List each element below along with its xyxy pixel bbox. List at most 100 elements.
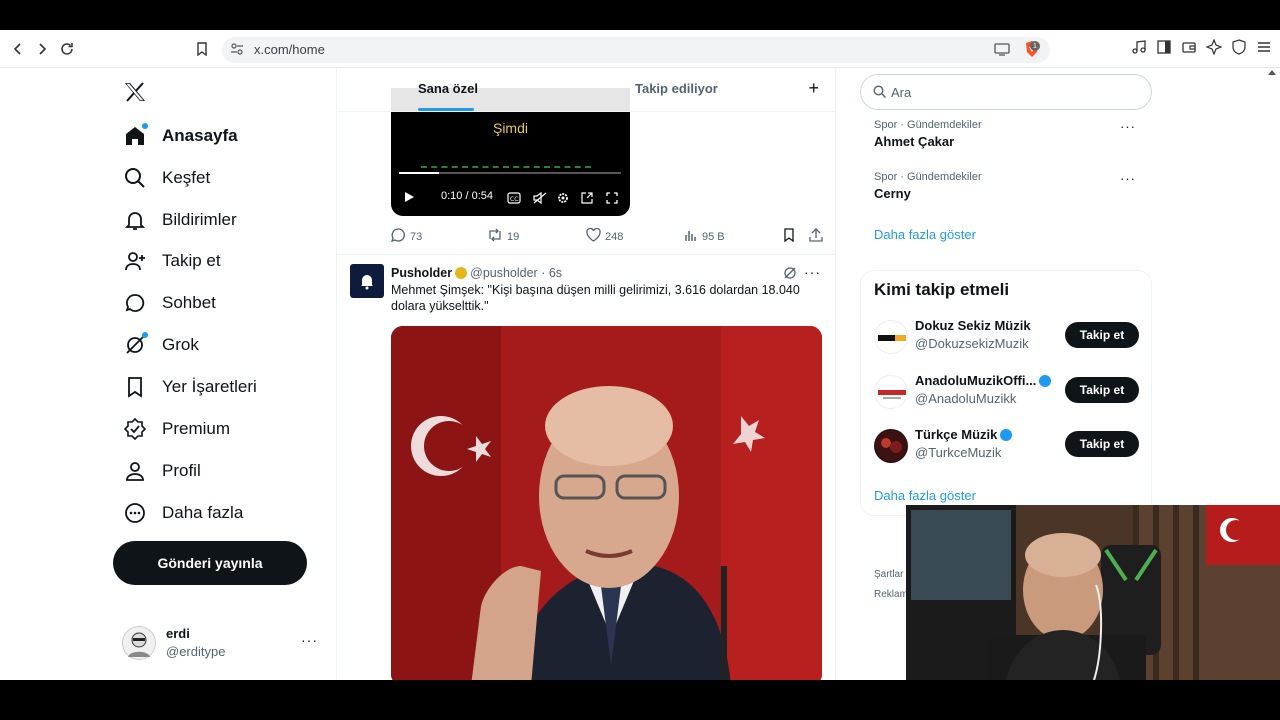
account-switcher[interactable]: erdi @erditype ··· — [122, 624, 322, 664]
share-icon[interactable] — [809, 228, 823, 242]
video-letterbox-top — [0, 0, 1280, 30]
sidebar-item-label: Profil — [162, 461, 201, 480]
follow-suggestion[interactable]: Dokuz Sekiz Müzik @DokuzsekizMuzik Takip… — [874, 318, 1144, 358]
suggestion-handle: @TurkceMuzik — [915, 445, 1002, 460]
sidebar-item-profile[interactable]: Profil — [122, 451, 201, 491]
more-circle-icon — [122, 500, 148, 526]
sidebar-item-label: Yer İşaretleri — [162, 377, 257, 396]
retweet-count: 19 — [507, 230, 520, 243]
retweet-button[interactable]: 19 — [487, 228, 519, 245]
site-settings-icon[interactable] — [230, 42, 244, 61]
suggestion-avatar — [874, 429, 908, 463]
bookmark-icon — [122, 374, 148, 400]
reload-icon[interactable] — [57, 39, 77, 59]
timeline-tabs: Sana özel Takip ediliyor + — [337, 68, 835, 112]
trend-item[interactable]: Spor · Gündemdekiler Cerny ··· — [874, 171, 1144, 201]
search-input[interactable]: Ara — [860, 74, 1152, 110]
notification-dot — [142, 123, 148, 129]
wallet-icon[interactable] — [1181, 39, 1197, 55]
bookmark-tweet-icon[interactable] — [783, 228, 795, 242]
tweet-photo[interactable] — [391, 326, 822, 680]
tab-following[interactable]: Takip ediliyor — [635, 81, 718, 96]
vpn-icon[interactable] — [1231, 39, 1247, 55]
sidebar-item-home[interactable]: Anasayfa — [122, 116, 238, 156]
avatar — [122, 626, 156, 660]
fullscreen-icon[interactable] — [606, 191, 618, 209]
video-letterbox-bottom — [0, 680, 1280, 720]
left-sidebar: Anasayfa Keşfet Bildirimler Takip et Soh… — [0, 68, 336, 680]
sidebar-item-more[interactable]: Daha fazla — [122, 493, 243, 533]
follow-button[interactable]: Takip et — [1065, 377, 1139, 403]
more-icon[interactable]: ··· — [301, 632, 318, 648]
sidebar-item-notifications[interactable]: Bildirimler — [122, 200, 237, 240]
bookmark-page-icon[interactable] — [192, 39, 212, 59]
tweet-text: Mehmet Şimşek: "Kişi başına düşen milli … — [391, 283, 800, 313]
post-button[interactable]: Gönderi yayınla — [113, 541, 307, 585]
trend-more-icon[interactable]: ··· — [1120, 171, 1136, 186]
video-caption: Şimdi — [492, 120, 528, 136]
trend-more-icon[interactable]: ··· — [1120, 119, 1136, 134]
tweet[interactable]: Pusholder @pusholder · 6s ··· Mehmet Şimş… — [337, 258, 835, 680]
sidebar-item-premium[interactable]: Premium — [122, 409, 230, 449]
sidebar-item-label: Bildirimler — [162, 210, 237, 229]
tweet-author-name[interactable]: Pusholder — [391, 266, 452, 280]
show-more-trends-link[interactable]: Daha fazla göster — [874, 227, 976, 242]
captions-icon[interactable]: CC — [507, 191, 521, 209]
active-tab-indicator — [418, 108, 474, 111]
footer-link-terms[interactable]: Şartlar — [874, 569, 903, 580]
views-button[interactable]: 95 B — [684, 228, 725, 245]
sidebar-item-chat[interactable]: Sohbet — [122, 283, 216, 323]
forward-icon[interactable] — [32, 39, 52, 59]
show-more-suggestions-link[interactable]: Daha fazla göster — [874, 488, 976, 503]
retweet-icon — [487, 228, 503, 245]
reply-button[interactable]: 73 — [390, 228, 422, 245]
sidebar-item-label: Daha fazla — [162, 503, 244, 522]
tweet-more-icon[interactable]: ··· — [804, 264, 821, 280]
trend-item[interactable]: Spor · Gündemdekiler Ahmet Çakar ··· — [874, 119, 1144, 149]
sidebar-item-explore[interactable]: Keşfet — [122, 158, 210, 198]
grok-icon — [122, 332, 148, 358]
like-count: 248 — [605, 230, 624, 243]
tweet-author-handle[interactable]: @pusholder · 6s — [470, 266, 562, 280]
cast-icon[interactable] — [994, 42, 1010, 61]
play-icon[interactable] — [403, 190, 415, 208]
pip-icon[interactable] — [581, 191, 593, 209]
sidebar-item-follow[interactable]: Takip et — [122, 241, 221, 281]
url-text: x.com/home — [254, 42, 325, 57]
audio-waveform — [421, 166, 591, 168]
like-button[interactable]: 248 — [586, 227, 624, 245]
sidebar-item-label: Keşfet — [162, 168, 211, 187]
menu-icon[interactable] — [1256, 39, 1272, 55]
analytics-icon — [684, 228, 698, 245]
follow-suggestion[interactable]: Türkçe Müzik @TurkceMuzik Takip et — [874, 427, 1144, 467]
follow-button[interactable]: Takip et — [1065, 322, 1139, 348]
back-icon[interactable] — [8, 39, 28, 59]
suggestion-handle: @DokuzsekizMuzik — [915, 336, 1029, 351]
sidebar-item-label: Grok — [162, 335, 199, 354]
music-icon[interactable] — [1131, 39, 1147, 55]
tab-for-you[interactable]: Sana özel — [418, 81, 478, 96]
follow-button[interactable]: Takip et — [1065, 431, 1139, 457]
webcam-overlay — [906, 505, 1280, 680]
settings-gear-icon[interactable] — [557, 191, 569, 209]
sidebar-item-grok[interactable]: Grok — [122, 325, 199, 365]
scroll-up-arrow[interactable] — [1268, 70, 1276, 75]
divider — [337, 254, 835, 255]
video-progress-bar[interactable] — [399, 172, 621, 174]
tweet-header: Pusholder @pusholder · 6s — [391, 266, 562, 280]
address-bar[interactable]: x.com/home 1 — [222, 37, 1050, 63]
follow-suggestion[interactable]: AnadoluMuzikOffi... @AnadoluMuzikk Takip… — [874, 373, 1144, 413]
tweet-avatar[interactable] — [350, 264, 384, 298]
footer-link-ads[interactable]: Reklam — [874, 589, 908, 600]
timeline: Sana özel Takip ediliyor + Şimdi 0:10 / … — [336, 68, 836, 680]
leo-ai-icon[interactable] — [1205, 38, 1223, 56]
mute-icon[interactable] — [533, 191, 547, 209]
search-placeholder: Ara — [891, 85, 912, 100]
x-logo-icon[interactable] — [124, 82, 146, 107]
svg-text:CC: CC — [510, 196, 518, 203]
sidebar-toggle-icon[interactable] — [1156, 39, 1172, 55]
brave-shield-icon[interactable]: 1 — [1024, 40, 1042, 60]
sidebar-item-bookmarks[interactable]: Yer İşaretleri — [122, 367, 257, 407]
sidebar-item-label: Anasayfa — [162, 126, 238, 145]
add-tab-icon[interactable]: + — [808, 78, 819, 99]
